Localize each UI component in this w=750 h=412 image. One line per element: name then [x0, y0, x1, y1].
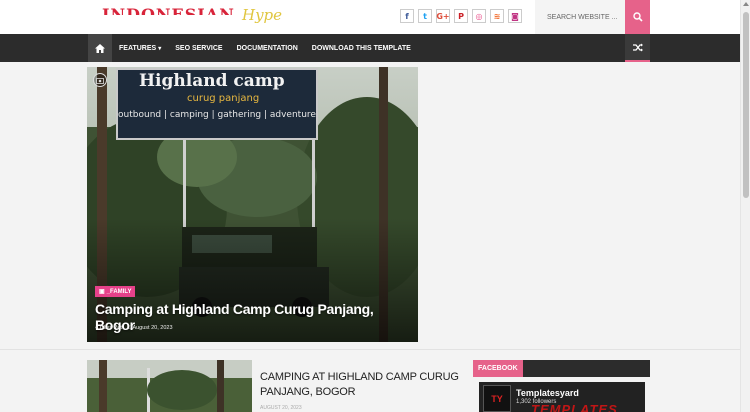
chevron-down-icon: ▾ [158, 45, 162, 52]
category-badge[interactable]: ▣ _FAMILY [95, 286, 136, 297]
twitter-icon[interactable]: t [418, 9, 432, 23]
nav-item-features[interactable]: FEATURES ▾ [119, 45, 161, 52]
search-input[interactable] [535, 0, 623, 34]
post-thumbnail-image [87, 360, 252, 412]
facebook-widget-title: FACEBOOK [473, 360, 523, 377]
top-header: INDONESIAN Hype f t G+ P ◎ ≋ ◙ [0, 0, 740, 34]
nav-item-seo-service[interactable]: SEO SERVICE [175, 45, 222, 52]
post-thumbnail[interactable] [87, 360, 252, 412]
author-name: Clies Pat [99, 325, 122, 331]
nav-menu: FEATURES ▾ SEO SERVICE DOCUMENTATION DOW… [119, 34, 425, 62]
page-scrollbar[interactable] [740, 0, 750, 412]
dribbble-icon[interactable]: ◎ [472, 9, 486, 23]
shuffle-icon [632, 43, 643, 51]
search-icon [632, 12, 643, 22]
nav-item-label: FEATURES [119, 44, 157, 52]
user-icon: ● [95, 325, 99, 331]
folder-icon: ▣ [99, 289, 105, 295]
nav-item-label: DOWNLOAD THIS TEMPLATE [311, 44, 411, 52]
google-plus-icon[interactable]: G+ [436, 9, 450, 23]
logo-main-text: INDONESIAN [102, 5, 235, 15]
random-post-button[interactable] [625, 34, 650, 62]
search-box [535, 0, 625, 34]
home-icon [95, 43, 105, 53]
date-info: □ August 20, 2023 [128, 325, 173, 331]
site-logo[interactable]: INDONESIAN Hype [100, 4, 300, 32]
nav-item-label: DOCUMENTATION [236, 44, 298, 52]
scroll-up-arrow-icon[interactable] [743, 2, 749, 6]
category-label: _FAMILY [106, 288, 132, 295]
post-date: August 20, 2023 [132, 325, 173, 331]
instagram-icon[interactable]: ◙ [508, 9, 522, 23]
post-list-date: AUGUST 20, 2023 [260, 405, 302, 411]
sign-title: Highland camp [139, 71, 285, 91]
page-avatar: TY [483, 385, 511, 412]
facebook-page-name[interactable]: Templatesyard [516, 388, 579, 398]
sign-subtitle: curug panjang [187, 93, 260, 104]
author-info[interactable]: ● Clies Pat [95, 325, 122, 331]
facebook-page-box[interactable]: TY Templatesyard 1,302 followers TEMPLAT… [479, 382, 645, 412]
featured-meta: ● Clies Pat □ August 20, 2023 [95, 325, 173, 331]
facebook-widget-header: FACEBOOK [473, 360, 650, 377]
search-button[interactable] [625, 0, 650, 34]
rss-icon[interactable]: ≋ [490, 9, 504, 23]
post-title[interactable]: CAMPING AT HIGHLAND CAMP CURUG PANJANG, … [260, 370, 460, 400]
social-icons: f t G+ P ◎ ≋ ◙ [400, 9, 522, 23]
nav-item-documentation[interactable]: DOCUMENTATION [237, 45, 298, 52]
camera-icon [93, 73, 107, 87]
scrollbar-thumb[interactable] [743, 12, 749, 198]
home-button[interactable] [88, 34, 112, 62]
main-nav: FEATURES ▾ SEO SERVICE DOCUMENTATION DOW… [0, 34, 740, 62]
nav-item-download-template[interactable]: DOWNLOAD THIS TEMPLATE [312, 45, 411, 52]
page-banner-text: TEMPLATES [531, 402, 618, 412]
featured-post[interactable]: outbound | camping | gathering | adventu… [87, 67, 418, 342]
section-divider [0, 349, 740, 350]
facebook-icon[interactable]: f [400, 9, 414, 23]
calendar-icon: □ [127, 325, 132, 331]
pinterest-icon[interactable]: P [454, 9, 468, 23]
logo-sub-text: Hype [242, 6, 283, 24]
nav-item-label: SEO SERVICE [175, 44, 223, 52]
